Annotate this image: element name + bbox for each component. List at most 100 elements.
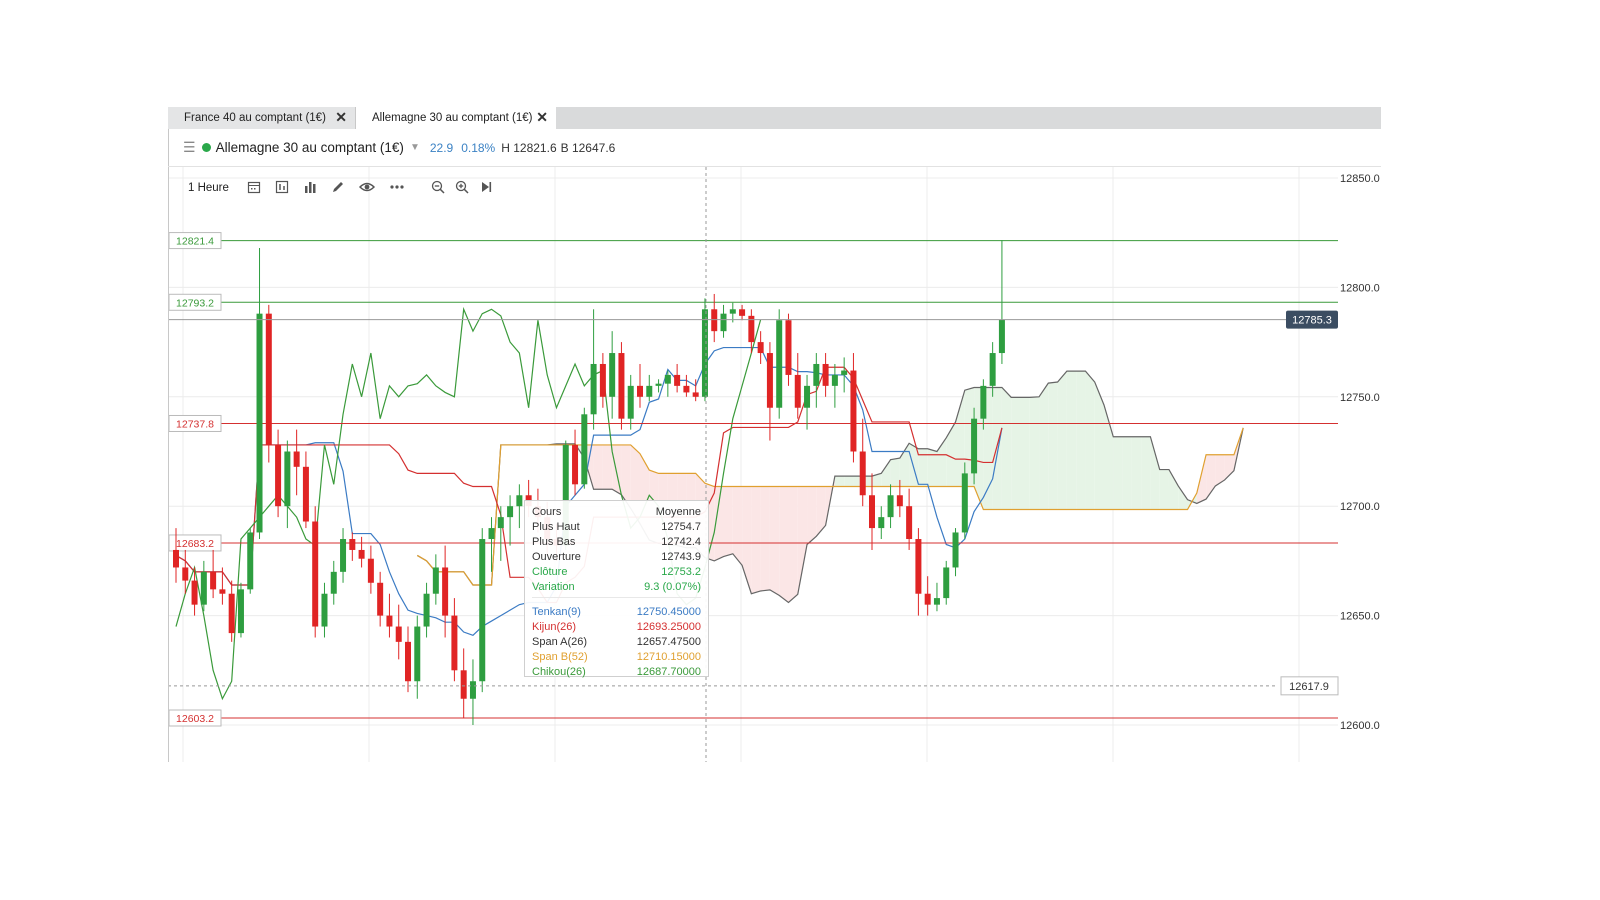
cloud-segment [844, 476, 854, 487]
session-low: B 12647.6 [560, 140, 616, 155]
eye-icon[interactable] [358, 180, 375, 197]
candle [989, 353, 996, 386]
candle [405, 641, 411, 682]
candle [599, 363, 606, 397]
y-tick-label: 12850.0 [1340, 173, 1380, 185]
candle [627, 385, 634, 419]
cloud-segment [779, 486, 789, 603]
cloud-segment [751, 486, 761, 594]
tab-label: Allemagne 30 au comptant (1€) [372, 112, 533, 124]
candle [312, 521, 319, 627]
candle [952, 532, 959, 568]
price-level-label: 12683.2 [176, 538, 214, 550]
hamburger-icon[interactable]: ☰ [183, 139, 196, 156]
close-icon[interactable]: ✕ [536, 109, 548, 126]
cloud-segment [797, 486, 808, 595]
indicator-value: 12657.47500 [636, 636, 701, 648]
candle [581, 414, 588, 485]
indicator-label: Tenkan(9) [532, 606, 581, 618]
cloud-segment [1029, 396, 1040, 510]
candle [442, 567, 449, 616]
cloud-segment [1020, 397, 1030, 510]
price-change-pct: 0.18% [461, 140, 496, 155]
y-tick-label: 12700.0 [1340, 501, 1380, 513]
candle [822, 363, 829, 386]
candle [572, 444, 579, 485]
candle [971, 418, 978, 474]
price-level-label: 12793.2 [176, 297, 214, 309]
cloud-segment [807, 486, 817, 545]
candle [664, 374, 671, 384]
candle [804, 385, 811, 408]
candle [711, 309, 718, 332]
skip-end-icon[interactable] [479, 180, 493, 197]
tooltip-value: 12754.7 [661, 521, 701, 533]
candle [349, 539, 356, 550]
pencil-icon[interactable] [331, 180, 345, 197]
price-level-label: 12821.4 [176, 236, 214, 248]
candle [609, 353, 616, 397]
candle [739, 309, 746, 316]
price-chart[interactable]: 12821.4 12793.2 12737.8 12683.2 12603.2 12850… [168, 107, 1381, 762]
instrument-name[interactable]: Allemagne 30 au comptant (1€) [216, 140, 404, 155]
cloud-segment [1113, 436, 1123, 510]
candle [924, 593, 931, 605]
candle [340, 539, 347, 572]
timeframe-selector[interactable]: 1 Heure [188, 182, 229, 194]
candle [813, 363, 820, 386]
candle [414, 626, 421, 682]
price-change: 22.9 [429, 140, 454, 155]
cloud-segment [732, 486, 743, 566]
candle [915, 539, 922, 594]
tooltip-label: Plus Haut [532, 521, 580, 533]
more-icon[interactable] [389, 180, 405, 197]
candle [256, 313, 263, 533]
chart-type-icon[interactable] [275, 180, 289, 197]
current-price-label: 12785.3 [1292, 315, 1332, 327]
candle [933, 598, 940, 605]
candle [683, 385, 690, 393]
cloud-segment [890, 458, 900, 487]
candle [841, 370, 848, 375]
zoom-out-icon[interactable] [431, 180, 445, 197]
cloud-segment [1039, 383, 1049, 510]
indicator-value: 12687.70000 [636, 666, 701, 678]
tooltip-label: Variation [532, 581, 575, 593]
candle [998, 319, 1005, 354]
cloud-segment [1066, 371, 1077, 510]
bar-chart-icon[interactable] [303, 180, 317, 197]
candle [247, 532, 254, 590]
cloud-segment [1048, 382, 1058, 510]
cloud-segment [816, 486, 826, 537]
tooltip-header: Cours [532, 506, 562, 518]
chevron-down-icon[interactable]: ▼ [410, 142, 420, 153]
candle [423, 593, 430, 627]
instrument-header: ☰ Allemagne 30 au comptant (1€) ▼ 22.9 0… [168, 129, 1381, 167]
candle [386, 615, 393, 627]
candle [961, 473, 968, 533]
indicator-value: 12750.45000 [636, 606, 701, 618]
cloud-segment [723, 486, 733, 557]
tab-allemagne-30[interactable]: Allemagne 30 au comptant (1€) ✕ [356, 107, 556, 129]
candle [980, 385, 987, 419]
candle [785, 320, 792, 375]
candle [330, 571, 337, 594]
candle [720, 313, 727, 332]
zoom-in-icon[interactable] [455, 180, 469, 197]
candle [590, 363, 597, 415]
close-icon[interactable]: ✕ [335, 109, 347, 126]
candle [284, 451, 291, 507]
candle [729, 309, 736, 314]
candle [377, 582, 384, 616]
calendar-icon[interactable] [247, 180, 261, 197]
candle [850, 370, 857, 452]
candle [794, 374, 801, 408]
candle [507, 506, 514, 518]
session-high: H 12821.6 [501, 140, 557, 155]
candle [701, 309, 708, 397]
tab-france-40[interactable]: France 40 au comptant (1€) ✕ [168, 107, 356, 129]
cloud-segment [1001, 387, 1012, 510]
candle [896, 495, 903, 507]
cloud-segment [946, 421, 956, 487]
candle [460, 670, 467, 699]
